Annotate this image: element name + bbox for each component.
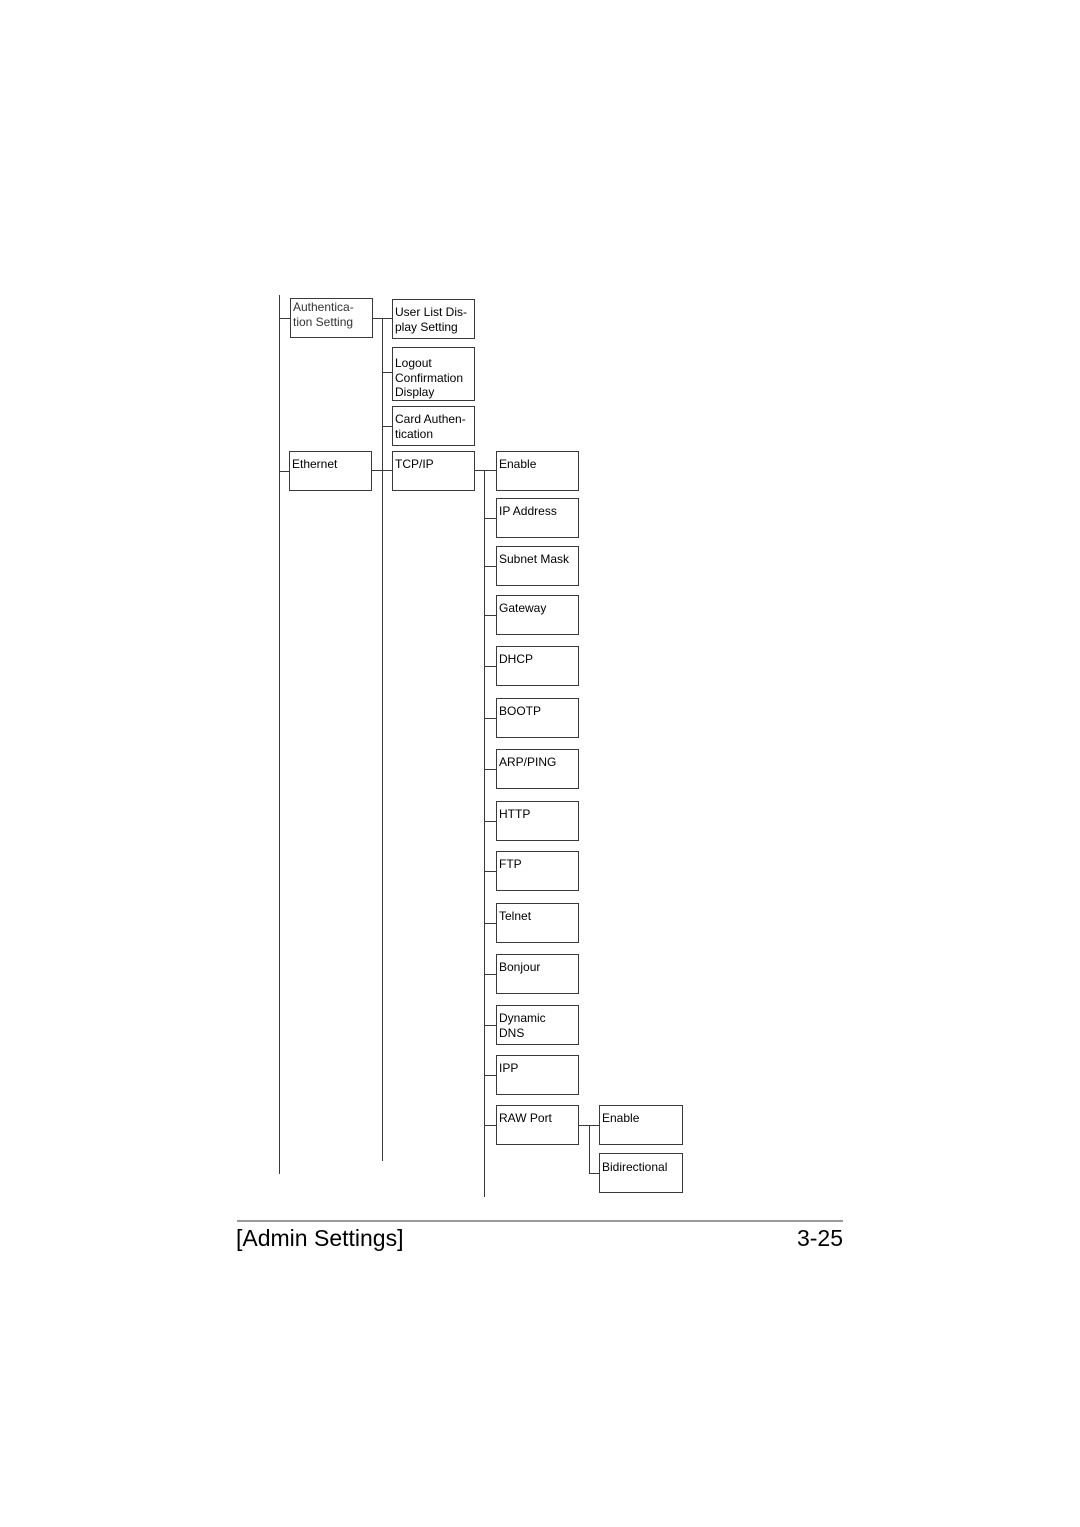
connector [484,923,496,924]
connector [578,1125,600,1126]
connector [382,426,392,427]
connector [382,372,392,373]
connector [484,1075,496,1076]
trunk-line-level1 [279,295,280,1174]
connector [474,470,496,471]
node-tcpip-child: HTTP [496,801,579,841]
node-tcpip-child: IP Address [496,498,579,538]
trunk-line-rawport [589,1125,590,1173]
page-number: 3-25 [796,1225,843,1251]
node-tcpip-child: DHCP [496,646,579,686]
node-tcpip-child: RAW Port [496,1105,579,1145]
connector [484,974,496,975]
node-user-list-display-setting: User List Dis- play Setting [392,299,475,339]
trunk-line-level2 [382,318,383,1161]
node-authentication-setting: Authentica- tion Setting [290,298,373,338]
connector [484,1125,496,1126]
connector [279,318,290,319]
node-rawport-enable: Enable [599,1105,683,1145]
connector [484,518,496,519]
node-ethernet: Ethernet [289,451,372,491]
connector [484,769,496,770]
node-card-authentication: Card Authen- tication [392,406,475,446]
connector [484,615,496,616]
connector [279,471,289,472]
connector [484,821,496,822]
node-tcpip-child: Telnet [496,903,579,943]
connector [371,470,392,471]
node-tcpip-child: Gateway [496,595,579,635]
node-tcpip-child: Enable [496,451,579,491]
node-tcpip-child: Dynamic DNS [496,1005,579,1045]
connector [484,566,496,567]
connector [484,718,496,719]
trunk-line-tcpip [484,470,485,1197]
node-tcpip-child: BOOTP [496,698,579,738]
node-bidirectional: Bidirectional [599,1153,683,1193]
node-tcpip-child: Subnet Mask [496,546,579,586]
footer-section-title: [Admin Settings] [236,1225,404,1251]
node-tcp-ip: TCP/IP [392,451,475,491]
footer-divider [237,1220,843,1222]
node-tcpip-child: Bonjour [496,954,579,994]
connector [484,666,496,667]
node-tcpip-child: ARP/PING [496,749,579,789]
connector [484,1025,496,1026]
node-tcpip-child: FTP [496,851,579,891]
connector [484,871,496,872]
node-tcpip-child: IPP [496,1055,579,1095]
node-logout-confirmation-display: Logout Confirmation Display [392,347,475,401]
